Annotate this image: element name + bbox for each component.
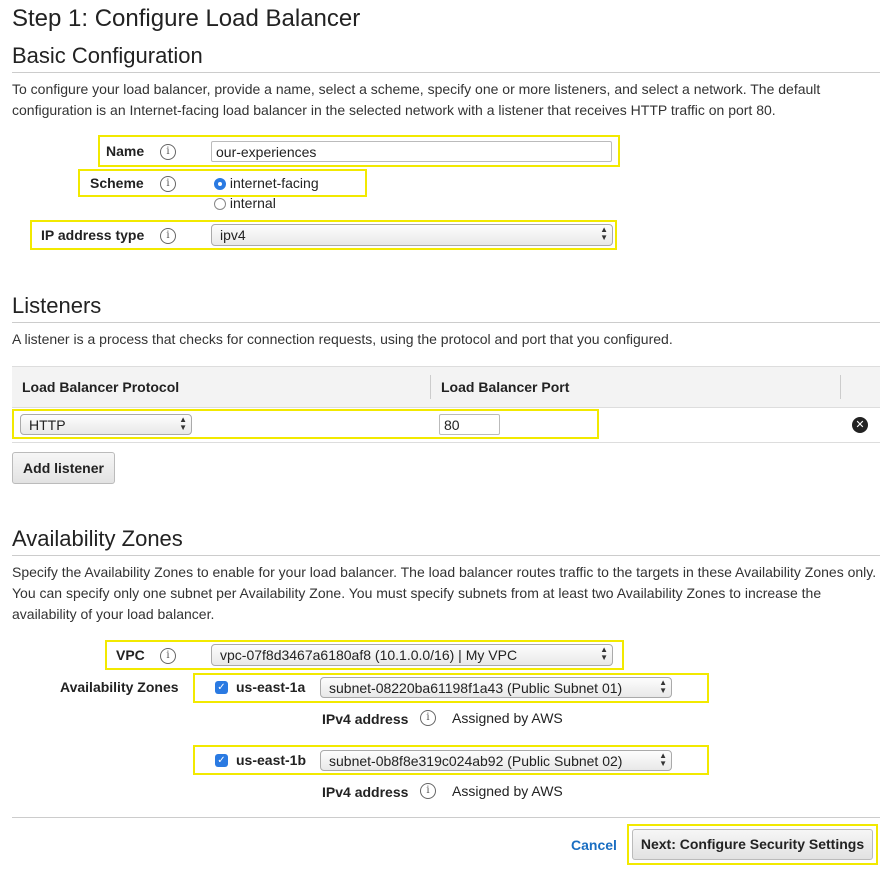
scheme-label: Scheme [90, 175, 144, 191]
name-input[interactable]: our-experiences [211, 141, 612, 162]
subnet-select[interactable]: subnet-0b8f8e319c024ab92 (Public Subnet … [320, 750, 672, 771]
updown-arrows-icon: ▲ ▼ [600, 645, 608, 662]
basic-config-description: To configure your load balancer, provide… [12, 81, 821, 118]
divider [12, 72, 880, 73]
divider [12, 322, 880, 323]
zone-name: us-east-1a [236, 679, 306, 695]
scheme-option-label: internet-facing [229, 175, 319, 191]
listener-protocol-value: HTTP [29, 417, 66, 433]
subnet-select[interactable]: subnet-08220ba61198f1a43 (Public Subnet … [320, 677, 672, 698]
subnet-value: subnet-08220ba61198f1a43 (Public Subnet … [329, 680, 623, 696]
scheme-option-label: internal [229, 195, 276, 211]
info-icon[interactable]: i [160, 144, 176, 160]
vpc-label: VPC [116, 647, 145, 663]
column-divider [840, 375, 841, 399]
vpc-value: vpc-07f8d3467a6180af8 (10.1.0.0/16) | My… [220, 647, 518, 663]
updown-arrows-icon: ▲ ▼ [659, 678, 667, 695]
close-circle-icon[interactable]: ✕ [852, 417, 868, 433]
column-divider [430, 375, 431, 399]
cancel-link[interactable]: Cancel [571, 837, 617, 853]
ipv4-value: Assigned by AWS [452, 710, 563, 726]
ipv4-value: Assigned by AWS [452, 783, 563, 799]
info-icon[interactable]: i [160, 648, 176, 664]
info-icon[interactable]: i [420, 783, 436, 799]
page-title: Step 1: Configure Load Balancer [12, 5, 361, 32]
vpc-select[interactable]: vpc-07f8d3467a6180af8 (10.1.0.0/16) | My… [211, 644, 613, 666]
zone-name: us-east-1b [236, 752, 307, 768]
info-icon[interactable]: i [160, 228, 176, 244]
updown-arrows-icon: ▲ ▼ [600, 225, 608, 242]
column-header-protocol: Load Balancer Protocol [22, 379, 180, 395]
radio-unselected-icon[interactable] [214, 198, 226, 211]
name-label: Name [106, 143, 145, 159]
basic-config-heading: Basic Configuration [12, 43, 203, 68]
updown-arrows-icon: ▲ ▼ [179, 415, 187, 432]
ip-type-value: ipv4 [220, 227, 246, 243]
scheme-radio-internal[interactable]: internal [214, 195, 276, 211]
next-configure-security-button[interactable]: Next: Configure Security Settings [632, 829, 873, 860]
table-row-divider [12, 442, 880, 443]
column-header-port: Load Balancer Port [441, 379, 570, 395]
info-icon[interactable]: i [420, 710, 436, 726]
listener-port-input[interactable]: 80 [439, 414, 500, 435]
listeners-description: A listener is a process that checks for … [12, 331, 673, 347]
ip-type-select[interactable]: ipv4 ▲ ▼ [211, 224, 613, 246]
ipv4-label: IPv4 address [322, 711, 409, 727]
scheme-radio-internet-facing[interactable]: internet-facing [214, 175, 319, 191]
listeners-heading: Listeners [12, 293, 102, 318]
ipv4-label: IPv4 address [322, 784, 409, 800]
az-description: Specify the Availability Zones to enable… [12, 564, 877, 622]
add-listener-button[interactable]: Add listener [12, 452, 115, 484]
checkbox-checked-icon[interactable]: ✓ [215, 754, 228, 767]
listeners-table-header: Load Balancer Protocol Load Balancer Por… [12, 366, 880, 408]
divider [12, 817, 880, 818]
radio-selected-icon[interactable] [214, 178, 226, 191]
divider [12, 555, 880, 556]
updown-arrows-icon: ▲ ▼ [659, 751, 667, 768]
ip-type-label: IP address type [41, 227, 145, 243]
checkbox-checked-icon[interactable]: ✓ [215, 681, 228, 694]
listener-protocol-select[interactable]: HTTP ▲ ▼ [20, 414, 192, 435]
az-heading: Availability Zones [12, 526, 183, 551]
subnet-value: subnet-0b8f8e319c024ab92 (Public Subnet … [329, 753, 623, 769]
availability-zones-label: Availability Zones [60, 679, 179, 695]
info-icon[interactable]: i [160, 176, 176, 192]
